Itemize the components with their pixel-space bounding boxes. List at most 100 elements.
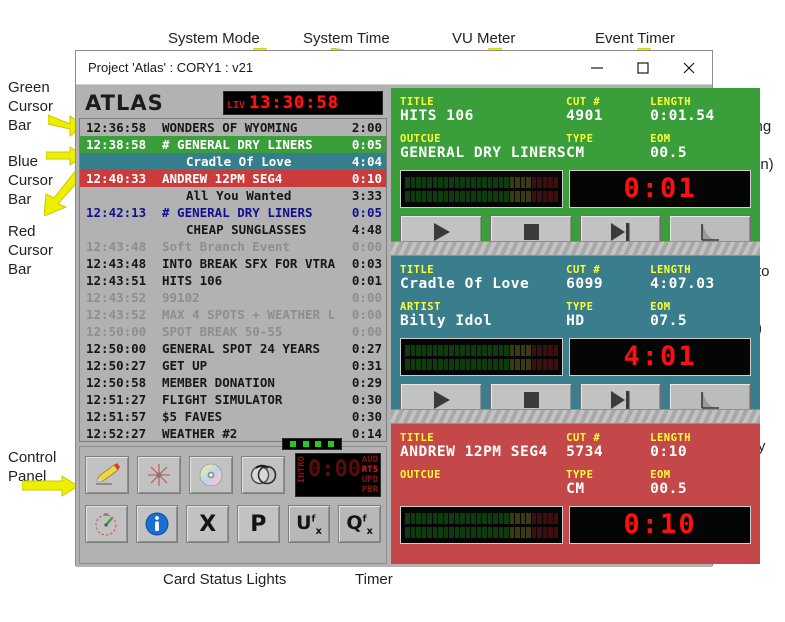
fade-button[interactable] (669, 383, 752, 409)
play-button[interactable] (400, 383, 482, 409)
vu-segment (471, 358, 476, 370)
timer-flag-aud: AUD (361, 455, 378, 465)
vu-segment (427, 358, 432, 370)
deck-eom: EOM 07.5 (650, 301, 750, 332)
vu-segment (531, 358, 536, 370)
deck-cut: CUT #4901 (566, 96, 650, 127)
playlist-row[interactable]: 12:51:27 FLIGHT SIMULATOR 0:30 (80, 391, 386, 408)
vu-segment (509, 176, 514, 188)
playlist-row-time: 12:42:13 (86, 205, 147, 220)
playlist-row[interactable]: 12:40:33 ANDREW 12PM SEG4 0:10 (80, 170, 386, 187)
info-icon[interactable] (135, 505, 179, 543)
vu-segment (427, 190, 432, 202)
vu-segment (405, 526, 410, 538)
window-titlebar[interactable]: Project 'Atlas' : CORY1 : v21 (76, 51, 712, 85)
deck-field-1-label: TITLE (400, 432, 435, 444)
vu-segment (526, 176, 531, 188)
vu-segment (432, 190, 437, 202)
vu-segment (443, 190, 448, 202)
playlist-row[interactable]: 12:50:00 GENERAL SPOT 24 YEARS 0:27 (80, 340, 386, 357)
playlist-row[interactable]: 12:43:52 MAX 4 SPOTS + WEATHER L 0:00 (80, 306, 386, 323)
stop-button[interactable] (489, 215, 572, 241)
x-letter-label: X (199, 511, 217, 537)
fade-button[interactable] (669, 215, 752, 241)
playlist-row-title: # GENERAL DRY LINERS (162, 137, 313, 152)
vu-segment (471, 526, 476, 538)
deck-field-2-value: GENERAL DRY LINERS (400, 145, 567, 161)
playlist-row[interactable]: 12:36:58 WONDERS OF WYOMING 2:00 (80, 119, 386, 136)
deck-field-2-value (400, 481, 566, 500)
left-column: ATLAS LIV 13:30:58 12:36:58 WONDERS OF WY… (79, 88, 387, 564)
vu-segment (537, 512, 542, 524)
playlist-row[interactable]: CHEAP SUNGLASSES 4:48 (80, 221, 386, 238)
playlist-row[interactable]: 12:42:13 # GENERAL DRY LINERS 0:05 (80, 204, 386, 221)
playlist-row-time: 12:50:58 (86, 375, 147, 390)
pencil-edit-icon[interactable] (85, 456, 129, 494)
vu-segment (542, 512, 547, 524)
vu-segment (421, 344, 426, 356)
x-letter-icon[interactable]: X (186, 505, 230, 543)
stopwatch-icon[interactable] (85, 505, 128, 543)
p-letter-icon[interactable]: P (237, 505, 280, 543)
deck-type: TYPE CM (566, 469, 650, 500)
vu-segment (531, 512, 536, 524)
playlist-row[interactable]: 12:51:57 $5 FAVES 0:30 (80, 408, 386, 425)
cd-disc-icon[interactable] (189, 456, 233, 494)
vu-segment (515, 526, 520, 538)
vu-segment (405, 344, 410, 356)
timer-flag-rts: RTS (361, 465, 378, 475)
vu-segment (476, 526, 481, 538)
playlist-row-time: 12:43:52 (86, 290, 147, 305)
vu-segment (493, 176, 498, 188)
vu-segment (410, 176, 415, 188)
playlist-row[interactable]: 12:43:48 Soft Branch Event 0:00 (80, 238, 386, 255)
vu-segment (498, 526, 503, 538)
deck-eom-label: EOM (650, 133, 671, 145)
minimize-icon[interactable] (574, 51, 620, 84)
panel-splitter[interactable] (391, 409, 761, 424)
vu-segment (487, 176, 492, 188)
close-icon[interactable] (666, 51, 712, 84)
vu-segment (405, 190, 410, 202)
vu-segment (498, 344, 503, 356)
vu-meter-row (405, 358, 558, 370)
panel-splitter[interactable] (391, 241, 761, 256)
playlist-row[interactable]: 12:43:48 INTO BREAK SFX FOR VTRA 0:03 (80, 255, 386, 272)
play-button[interactable] (400, 215, 482, 241)
playlist-row-duration: 2:00 (351, 120, 382, 135)
intro-label: INTRO (297, 456, 307, 484)
next-button[interactable] (579, 215, 662, 241)
playlist-row[interactable]: 12:43:51 HITS 106 0:01 (80, 272, 386, 289)
vu-segment (504, 344, 509, 356)
deck-meta-row-1: TITLE ANDREW 12PM SEG4 CUT #5734 LENGTH 0:10 (400, 432, 751, 463)
u-fx-icon[interactable]: Ufx (287, 505, 331, 543)
playlist-row-time: 12:43:51 (86, 273, 147, 288)
playlist-row[interactable]: 12:50:27 GET UP 0:31 (80, 357, 386, 374)
q-fx-icon[interactable]: Qfx (338, 505, 382, 543)
vu-segment (410, 358, 415, 370)
vu-segment (449, 176, 454, 188)
playlist-row[interactable]: 12:50:58 MEMBER DONATION 0:29 (80, 374, 386, 391)
playlist-row[interactable]: 12:43:52 99102 0:00 (80, 289, 386, 306)
waveform-edit-icon[interactable] (137, 456, 181, 494)
playlist-row-title: MEMBER DONATION (162, 375, 275, 390)
deck-meta-row-2: OUTCUE GENERAL DRY LINERS TYPE CM EOM 00.5 (400, 133, 751, 164)
vu-segment (449, 358, 454, 370)
playlist-row[interactable]: All You Wanted 3:33 (80, 187, 386, 204)
deck-eom-label: EOM (650, 469, 671, 481)
playlist-row[interactable]: Cradle Of Love 4:04 (80, 153, 386, 170)
now-playing-panel: TITLE HITS 106 CUT #4901 LENGTH 0:01.54 OUTCU… (391, 88, 761, 241)
deck-meta-row-1: TITLE HITS 106 CUT #4901 LENGTH 0:01.54 (400, 96, 751, 127)
link-chain-icon[interactable] (241, 456, 285, 494)
playlist-row-duration: 0:03 (351, 256, 382, 271)
playlist-row[interactable]: 12:50:00 SPOT BREAK 50-55 0:00 (80, 323, 386, 340)
stop-button[interactable] (489, 383, 572, 409)
vu-segment (416, 176, 421, 188)
playlist[interactable]: 12:36:58 WONDERS OF WYOMING 2:00 12:38:58 # … (79, 118, 387, 442)
playlist-row-title: FLIGHT SIMULATOR (162, 392, 283, 407)
playlist-row-title: 99102 (162, 290, 200, 305)
next-button[interactable] (579, 383, 662, 409)
maximize-icon[interactable] (620, 51, 666, 84)
vu-segment (438, 190, 443, 202)
playlist-row[interactable]: 12:38:58 # GENERAL DRY LINERS 0:05 (80, 136, 386, 153)
